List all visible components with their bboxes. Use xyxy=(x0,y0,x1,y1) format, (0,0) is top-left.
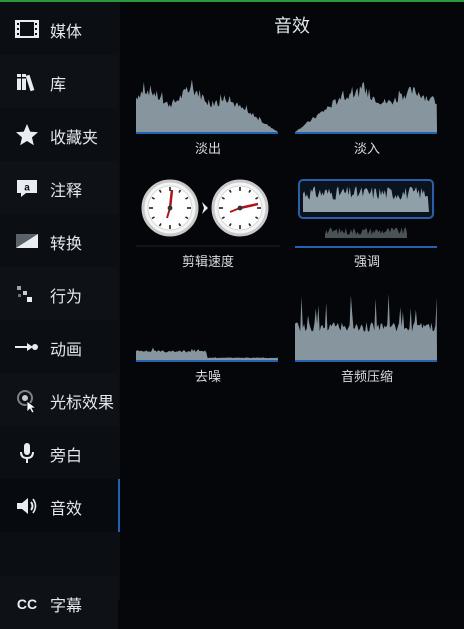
sidebar-item-label: 注释 xyxy=(50,181,83,200)
effect-fade-out[interactable]: 淡出 xyxy=(136,74,280,157)
animation-icon xyxy=(14,334,40,360)
noise-removal-waveform xyxy=(136,347,278,362)
fade-out-waveform xyxy=(136,79,278,134)
effect-emphasize[interactable]: 强调 xyxy=(295,178,439,270)
audio-effects-panel: 音效 淡出 淡入 剪辑速度 强调 去噪 音频压缩 xyxy=(120,2,464,600)
arrow-right-icon xyxy=(202,202,208,214)
film-icon xyxy=(14,16,40,42)
cursor-effect-icon xyxy=(14,387,40,413)
sidebar-item-label: 媒体 xyxy=(50,22,83,41)
audio-compression-waveform xyxy=(295,293,437,362)
sidebar-item-behaviors[interactable]: 行为 xyxy=(0,267,118,320)
microphone-icon xyxy=(14,440,40,466)
speaker-icon xyxy=(14,493,40,519)
emphasize-waveform xyxy=(295,179,437,248)
sidebar-item-transitions[interactable]: 转换 xyxy=(0,214,118,267)
sidebar-item-label: 光标效果 xyxy=(50,393,115,412)
sidebar: 媒体 库 收藏夹 a 注释 转换 行为 动画 光标效果 旁白 音效 CC 字幕 xyxy=(0,2,120,629)
behavior-icon xyxy=(14,281,40,307)
clip-speed-clocks xyxy=(136,179,280,247)
sidebar-item-cursor-effects[interactable]: 光标效果 xyxy=(0,373,118,426)
sidebar-item-label: 库 xyxy=(50,75,67,94)
effect-label: 淡入 xyxy=(353,142,380,157)
sidebar-item-animations[interactable]: 动画 xyxy=(0,320,118,373)
sidebar-item-library[interactable]: 库 xyxy=(0,55,118,108)
sidebar-item-label: 音效 xyxy=(50,499,83,518)
effect-label: 剪辑速度 xyxy=(181,255,234,270)
sidebar-item-label: 行为 xyxy=(50,287,83,306)
effect-clip-speed[interactable]: 剪辑速度 xyxy=(136,178,280,270)
effect-noise-removal[interactable]: 去噪 xyxy=(136,288,280,385)
sidebar-item-label: 转换 xyxy=(50,234,83,253)
effect-label: 音频压缩 xyxy=(340,370,393,385)
svg-text:CC: CC xyxy=(17,596,37,612)
sidebar-item-favorites[interactable]: 收藏夹 xyxy=(0,108,118,161)
effect-fade-in[interactable]: 淡入 xyxy=(295,74,439,157)
sidebar-item-captions[interactable]: CC 字幕 xyxy=(0,576,118,629)
effect-label: 去噪 xyxy=(194,370,221,385)
effect-label: 强调 xyxy=(353,255,380,270)
sidebar-item-label: 收藏夹 xyxy=(50,128,99,147)
effect-label: 淡出 xyxy=(194,142,221,157)
star-icon xyxy=(14,122,40,148)
sidebar-item-label: 动画 xyxy=(50,340,83,359)
clock-icon xyxy=(141,179,199,237)
fade-in-waveform xyxy=(295,82,437,134)
clock-icon xyxy=(211,179,269,237)
transition-icon xyxy=(14,228,40,254)
sidebar-item-label: 字幕 xyxy=(50,596,83,615)
sidebar-item-audio-effects[interactable]: 音效 xyxy=(0,479,120,532)
sidebar-item-media[interactable]: 媒体 xyxy=(0,2,118,55)
effect-audio-compression[interactable]: 音频压缩 xyxy=(295,288,439,385)
svg-text:a: a xyxy=(24,183,30,194)
sidebar-item-annotations[interactable]: a 注释 xyxy=(0,161,118,214)
sidebar-item-label: 旁白 xyxy=(50,446,83,465)
annotation-icon: a xyxy=(14,175,40,201)
sidebar-item-voice-narration[interactable]: 旁白 xyxy=(0,426,118,479)
captions-icon: CC xyxy=(14,590,40,616)
library-icon xyxy=(14,69,40,95)
page-title: 音效 xyxy=(274,16,310,37)
